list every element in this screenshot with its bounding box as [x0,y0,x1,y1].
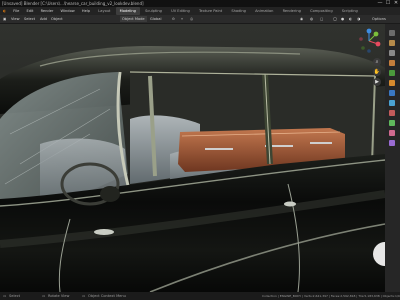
close-button[interactable]: ✕ [392,0,400,7]
data-properties-icon[interactable] [389,120,395,126]
status-context-hint: Object Context Menu [88,294,126,298]
xray-icon[interactable]: ▢ [320,15,323,23]
overlays-icon[interactable]: ◍ [310,15,313,23]
tab-animation[interactable]: Animation [251,7,277,15]
tab-compositing[interactable]: Compositing [306,7,337,15]
visibility-icon[interactable]: ◉ [300,15,303,23]
navigation-gizmo[interactable] [356,28,382,54]
tab-sculpting[interactable]: Sculpting [141,7,166,15]
viewport-header: ▣ View Select Add Object Object Mode Glo… [0,15,400,24]
shading-material-icon[interactable]: ◐ [349,15,352,23]
constraints-properties-icon[interactable] [389,110,395,116]
scene-properties-icon[interactable] [389,60,395,66]
snap-icon[interactable]: ⌖ [181,15,183,23]
texture-properties-icon[interactable] [389,140,395,146]
tab-uv-editing[interactable]: UV Editing [167,7,194,15]
minimize-button[interactable]: — [376,0,384,7]
pan-icon[interactable]: ✋ [373,68,381,76]
shading-solid-icon[interactable]: ● [341,15,344,23]
menu-bar: ◐ File Edit Render Window Help Layout Mo… [0,7,400,15]
pivot-icon[interactable]: ⊙ [172,15,175,23]
options-dropdown[interactable]: Options [372,15,386,23]
menu-help[interactable]: Help [79,7,93,15]
mouse-right-icon: ▭ [82,294,86,298]
menu-edit[interactable]: Edit [23,7,36,15]
window-title: [Unsaved] Blender [C:\Users\...\hearse_c… [2,1,144,6]
proportional-edit-icon[interactable]: ◎ [190,15,193,23]
tab-rendering[interactable]: Rendering [279,7,305,15]
status-bar: ▭ Select ▭ Rotate View ▭ Object Context … [0,292,400,300]
menu-render[interactable]: Render [38,7,57,15]
mode-dropdown[interactable]: Object Mode [120,16,147,22]
menu-window[interactable]: Window [58,7,78,15]
camera-view-icon[interactable]: ▶ [373,78,381,86]
object-menu[interactable]: Object [51,15,63,23]
tool-properties-icon[interactable] [389,30,395,36]
object-properties-icon[interactable] [389,80,395,86]
menu-file[interactable]: File [10,7,22,15]
select-menu[interactable]: Select [24,15,35,23]
add-menu[interactable]: Add [40,15,47,23]
shading-rendered-icon[interactable]: ◑ [357,15,360,23]
blender-window: [Unsaved] Blender [C:\Users\...\hearse_c… [0,0,400,300]
physics-properties-icon[interactable] [389,100,395,106]
properties-tab-strip [385,24,400,292]
tab-layout[interactable]: Layout [94,7,114,15]
blender-logo-icon[interactable]: ◐ [0,7,9,15]
transform-orientation-dropdown[interactable]: Global [150,15,161,23]
output-properties-icon[interactable] [389,50,395,56]
car-render-image [0,24,385,292]
modifier-properties-icon[interactable] [389,90,395,96]
editor-type-icon[interactable]: ▣ [3,15,6,23]
view-menu[interactable]: View [11,15,20,23]
shading-wireframe-icon[interactable]: ◯ [333,15,337,23]
tab-shading[interactable]: Shading [227,7,250,15]
tab-scripting[interactable]: Scripting [338,7,362,15]
scene-statistics: Collection | ENGINE_BODY | Verts:2,641,3… [262,294,400,298]
3d-viewport[interactable]: ⌕ ✋ ▶ [0,24,385,292]
mouse-left-icon: ▭ [3,294,7,298]
render-properties-icon[interactable] [389,40,395,46]
maximize-button[interactable]: ☐ [384,0,392,7]
tab-texture-paint[interactable]: Texture Paint [195,7,226,15]
title-bar: [Unsaved] Blender [C:\Users\...\hearse_c… [0,0,400,7]
mouse-middle-icon: ▭ [42,294,46,298]
zoom-icon[interactable]: ⌕ [373,58,381,66]
tab-modeling[interactable]: Modeling [115,7,140,15]
status-select-hint: Select [9,294,21,298]
material-properties-icon[interactable] [389,130,395,136]
status-rotate-hint: Rotate View [48,294,70,298]
world-properties-icon[interactable] [389,70,395,76]
